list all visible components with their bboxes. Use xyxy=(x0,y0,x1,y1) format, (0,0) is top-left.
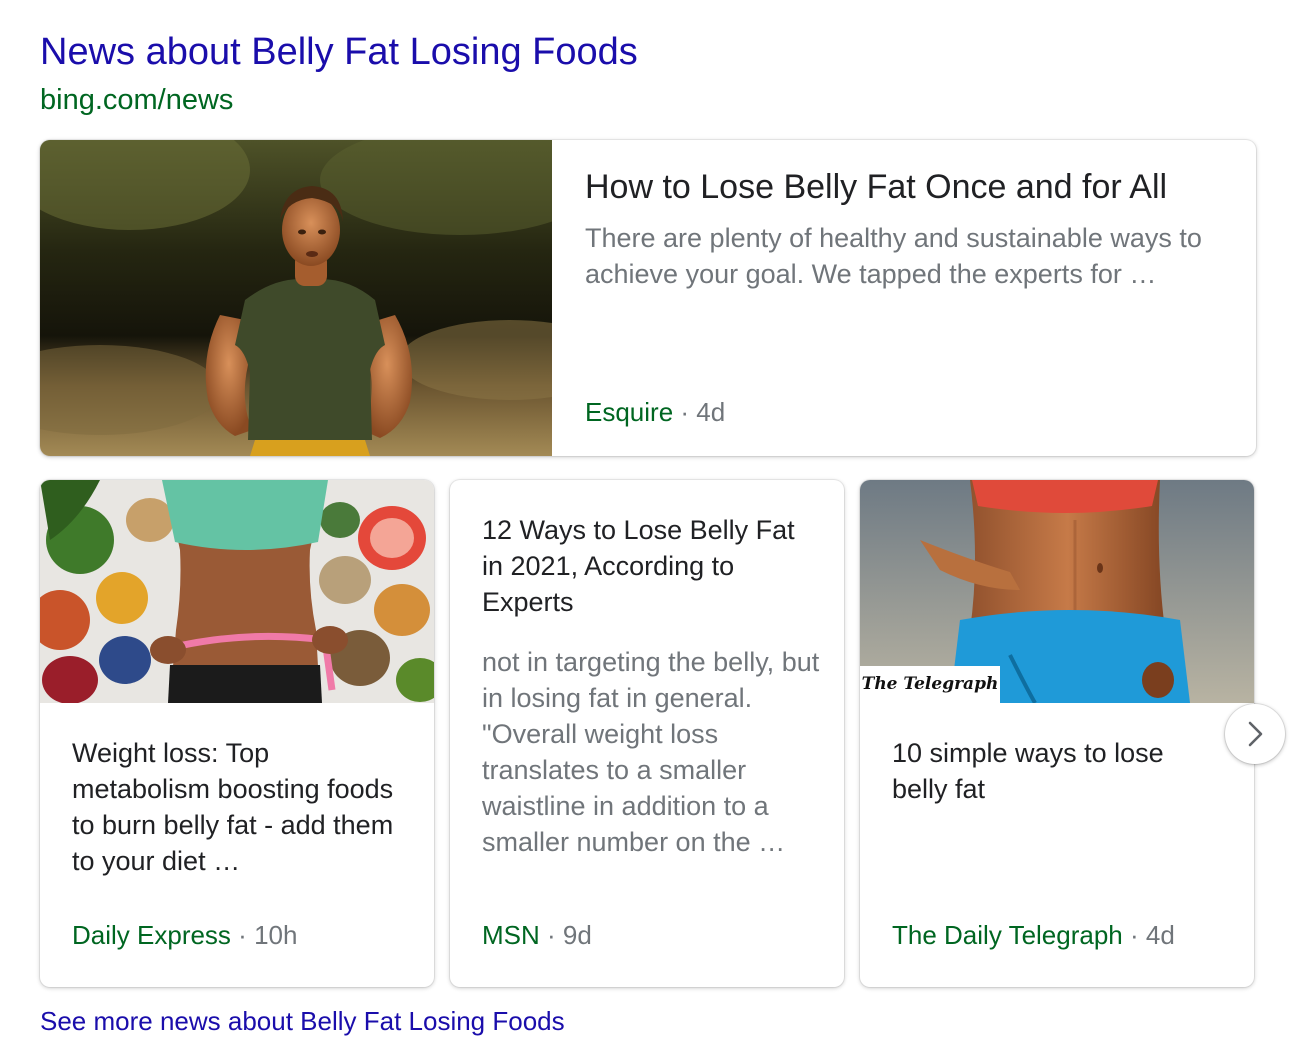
meta-separator: · xyxy=(547,920,556,950)
chevron-right-icon xyxy=(1248,721,1263,747)
news-carousel-page: News about Belly Fat Losing Foods bing.c… xyxy=(0,0,1296,1054)
card-meta: MSN · 9d xyxy=(482,919,592,951)
featured-news-card[interactable]: How to Lose Belly Fat Once and for All T… xyxy=(40,140,1256,456)
article-age: 4d xyxy=(696,397,726,427)
publisher-name: Esquire xyxy=(585,397,674,427)
see-more-news-link[interactable]: See more news about Belly Fat Losing Foo… xyxy=(40,1004,565,1038)
featured-headline[interactable]: How to Lose Belly Fat Once and for All xyxy=(585,166,1235,208)
news-card-daily-express[interactable]: Weight loss: Top metabolism boosting foo… xyxy=(40,480,434,987)
publisher-name: MSN xyxy=(482,920,540,950)
news-card-telegraph[interactable]: The Telegraph 10 simple ways to lose bel… xyxy=(860,480,1254,987)
telegraph-logo-badge: The Telegraph xyxy=(860,666,1000,703)
man-running-photo xyxy=(40,140,552,456)
card-meta: The Daily Telegraph · 4d xyxy=(892,919,1175,951)
featured-snippet: There are plenty of healthy and sustaina… xyxy=(585,223,1202,289)
article-age: 9d xyxy=(562,920,592,950)
card-snippet: not in targeting the belly, but in losin… xyxy=(482,647,820,857)
article-age: 4d xyxy=(1145,920,1175,950)
source-url: bing.com/news xyxy=(40,84,234,116)
publisher-name: Daily Express xyxy=(72,920,231,950)
meta-separator: · xyxy=(238,920,247,950)
meta-separator: · xyxy=(1130,920,1139,950)
article-age: 10h xyxy=(254,920,298,950)
card-headline[interactable]: Weight loss: Top metabolism boosting foo… xyxy=(72,735,402,879)
card-meta: Daily Express · 10h xyxy=(72,919,297,951)
card-headline[interactable]: 10 simple ways to lose belly fat xyxy=(892,735,1222,807)
healthy-foods-waist-measure-photo xyxy=(40,480,434,703)
meta-separator: · xyxy=(680,397,690,427)
featured-meta: Esquire · 4d xyxy=(585,396,725,428)
carousel-next-button[interactable] xyxy=(1225,704,1285,764)
publisher-name: The Daily Telegraph xyxy=(892,920,1123,950)
news-section-title-link[interactable]: News about Belly Fat Losing Foods xyxy=(40,28,638,76)
card-headline[interactable]: 12 Ways to Lose Belly Fat in 2021, Accor… xyxy=(482,512,812,620)
news-card-msn[interactable]: 12 Ways to Lose Belly Fat in 2021, Accor… xyxy=(450,480,844,987)
